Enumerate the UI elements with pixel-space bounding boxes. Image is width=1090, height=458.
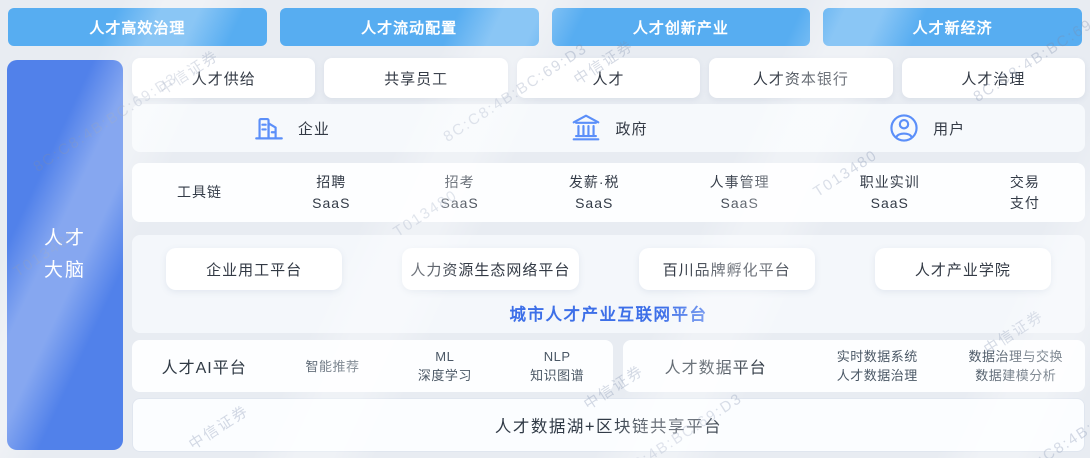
city-talent-internet-platform-caption: 城市人才产业互联网平台 [166,301,1051,325]
ai-platform-title: 人才AI平台 [132,354,276,378]
node-talent-governance: 人才治理 [902,58,1085,98]
tab-label: 人才新经济 [913,17,993,38]
data-item-realtime-governance: 实时数据系统 人才数据治理 [808,347,947,385]
top-tab-bar: 人才高效治理 人才流动配置 人才创新产业 人才新经济 [8,8,1082,46]
saas-payroll-tax: 发薪·税 SaaS [569,172,620,214]
saas-line: 发薪·税 [569,172,620,193]
node-label: 人才产业学院 [915,259,1011,280]
ai-item-nlp-knowledge-graph: NLP 知识图谱 [501,347,613,385]
saas-line: SaaS [860,193,920,214]
user-icon [887,111,921,145]
actor-label: 企业 [298,118,330,139]
actor-label: 政府 [615,118,647,139]
node-label: 人才治理 [961,68,1025,89]
data-lake-label: 人才数据湖+区块链共享平台 [495,413,722,437]
data-lake-blockchain-bar: 人才数据湖+区块链共享平台 [132,398,1085,452]
ai-item-line: ML [389,347,501,366]
actor-label: 用户 [933,118,965,139]
data-item-line: 数据治理与交换 [946,347,1085,366]
saas-toolchain: 工具链 [177,182,222,203]
data-item-line: 人才数据治理 [808,366,947,385]
main-content: 人才供给 共享员工 人才 人才资本银行 人才治理 企业 [132,58,1085,452]
tab-talent-innovation: 人才创新产业 [552,8,811,46]
tab-label: 人才流动配置 [361,17,457,38]
talent-platform-diagram: 中信证券 中信证券 中信证券 中信证券 中信证券 T013480 T013480… [0,0,1090,458]
tab-talent-governance: 人才高效治理 [8,8,267,46]
government-icon [569,111,603,145]
node-label: 共享员工 [384,68,448,89]
saas-line: 工具链 [177,182,222,203]
node-label: 人力资源生态网络平台 [410,259,570,280]
talent-brain-line1: 人才 [44,223,86,255]
saas-exam: 招考 SaaS [441,172,479,214]
talent-brain-panel: 人才 大脑 [7,60,123,450]
actor-government: 政府 [569,111,647,145]
saas-recruiting: 招聘 SaaS [312,172,350,214]
saas-line: 人事管理 [710,172,770,193]
data-platform-title: 人才数据平台 [623,354,808,378]
node-label: 人才资本银行 [753,68,849,89]
data-item-line: 实时数据系统 [808,347,947,366]
node-label: 人才 [593,68,625,89]
ai-item-line: 智能推荐 [276,357,388,376]
saas-line: 支付 [1010,193,1040,214]
saas-line: SaaS [441,193,479,214]
talent-ai-platform-band: 人才AI平台 智能推荐 ML 深度学习 NLP 知识图谱 [132,340,613,392]
talent-brain-line2: 大脑 [44,255,86,287]
saas-line: 交易 [1010,172,1040,193]
tab-label: 人才创新产业 [633,17,729,38]
ai-item-ml-deep-learning: ML 深度学习 [389,347,501,385]
supply-row: 人才供给 共享员工 人才 人才资本银行 人才治理 [132,58,1085,98]
actors-band: 企业 政府 [132,104,1085,152]
ai-item-line: 深度学习 [389,366,501,385]
saas-hr-management: 人事管理 SaaS [710,172,770,214]
node-talent-supply: 人才供给 [132,58,315,98]
ai-item-smart-recommendation: 智能推荐 [276,357,388,376]
node-label: 人才供给 [192,68,256,89]
saas-vocational-training: 职业实训 SaaS [860,172,920,214]
actor-enterprise: 企业 [252,111,330,145]
saas-line: SaaS [569,193,620,214]
tab-label: 人才高效治理 [89,17,185,38]
saas-trade-payment: 交易 支付 [1010,172,1040,214]
node-baichuan-brand-incubation-platform: 百川品牌孵化平台 [639,248,815,290]
ai-item-line: NLP [501,347,613,366]
saas-band: 工具链 招聘 SaaS 招考 SaaS 发薪·税 SaaS 人事管理 SaaS … [132,163,1085,222]
node-hr-ecosystem-network-platform: 人力资源生态网络平台 [402,248,578,290]
tab-talent-new-economy: 人才新经济 [823,8,1082,46]
node-enterprise-employment-platform: 企业用工平台 [166,248,342,290]
saas-line: SaaS [312,193,350,214]
ai-data-row: 人才AI平台 智能推荐 ML 深度学习 NLP 知识图谱 人才数据平台 实时数据… [132,340,1085,392]
node-label: 百川品牌孵化平台 [663,259,791,280]
node-talent: 人才 [517,58,700,98]
data-item-exchange-modeling: 数据治理与交换 数据建模分析 [946,347,1085,385]
ai-item-line: 知识图谱 [501,366,613,385]
saas-line: 职业实训 [860,172,920,193]
data-item-line: 数据建模分析 [946,366,1085,385]
talent-data-platform-band: 人才数据平台 实时数据系统 人才数据治理 数据治理与交换 数据建模分析 [623,340,1085,392]
node-talent-industry-academy: 人才产业学院 [875,248,1051,290]
actor-user: 用户 [887,111,965,145]
saas-line: 招聘 [312,172,350,193]
platform-boxes: 企业用工平台 人力资源生态网络平台 百川品牌孵化平台 人才产业学院 [166,248,1051,290]
node-label: 企业用工平台 [206,259,302,280]
node-shared-employees: 共享员工 [324,58,507,98]
tab-talent-flow: 人才流动配置 [280,8,539,46]
platforms-band: 企业用工平台 人力资源生态网络平台 百川品牌孵化平台 人才产业学院 城市人才产业… [132,235,1085,333]
building-icon [252,111,286,145]
node-talent-capital-bank: 人才资本银行 [709,58,892,98]
saas-line: 招考 [441,172,479,193]
saas-line: SaaS [710,193,770,214]
